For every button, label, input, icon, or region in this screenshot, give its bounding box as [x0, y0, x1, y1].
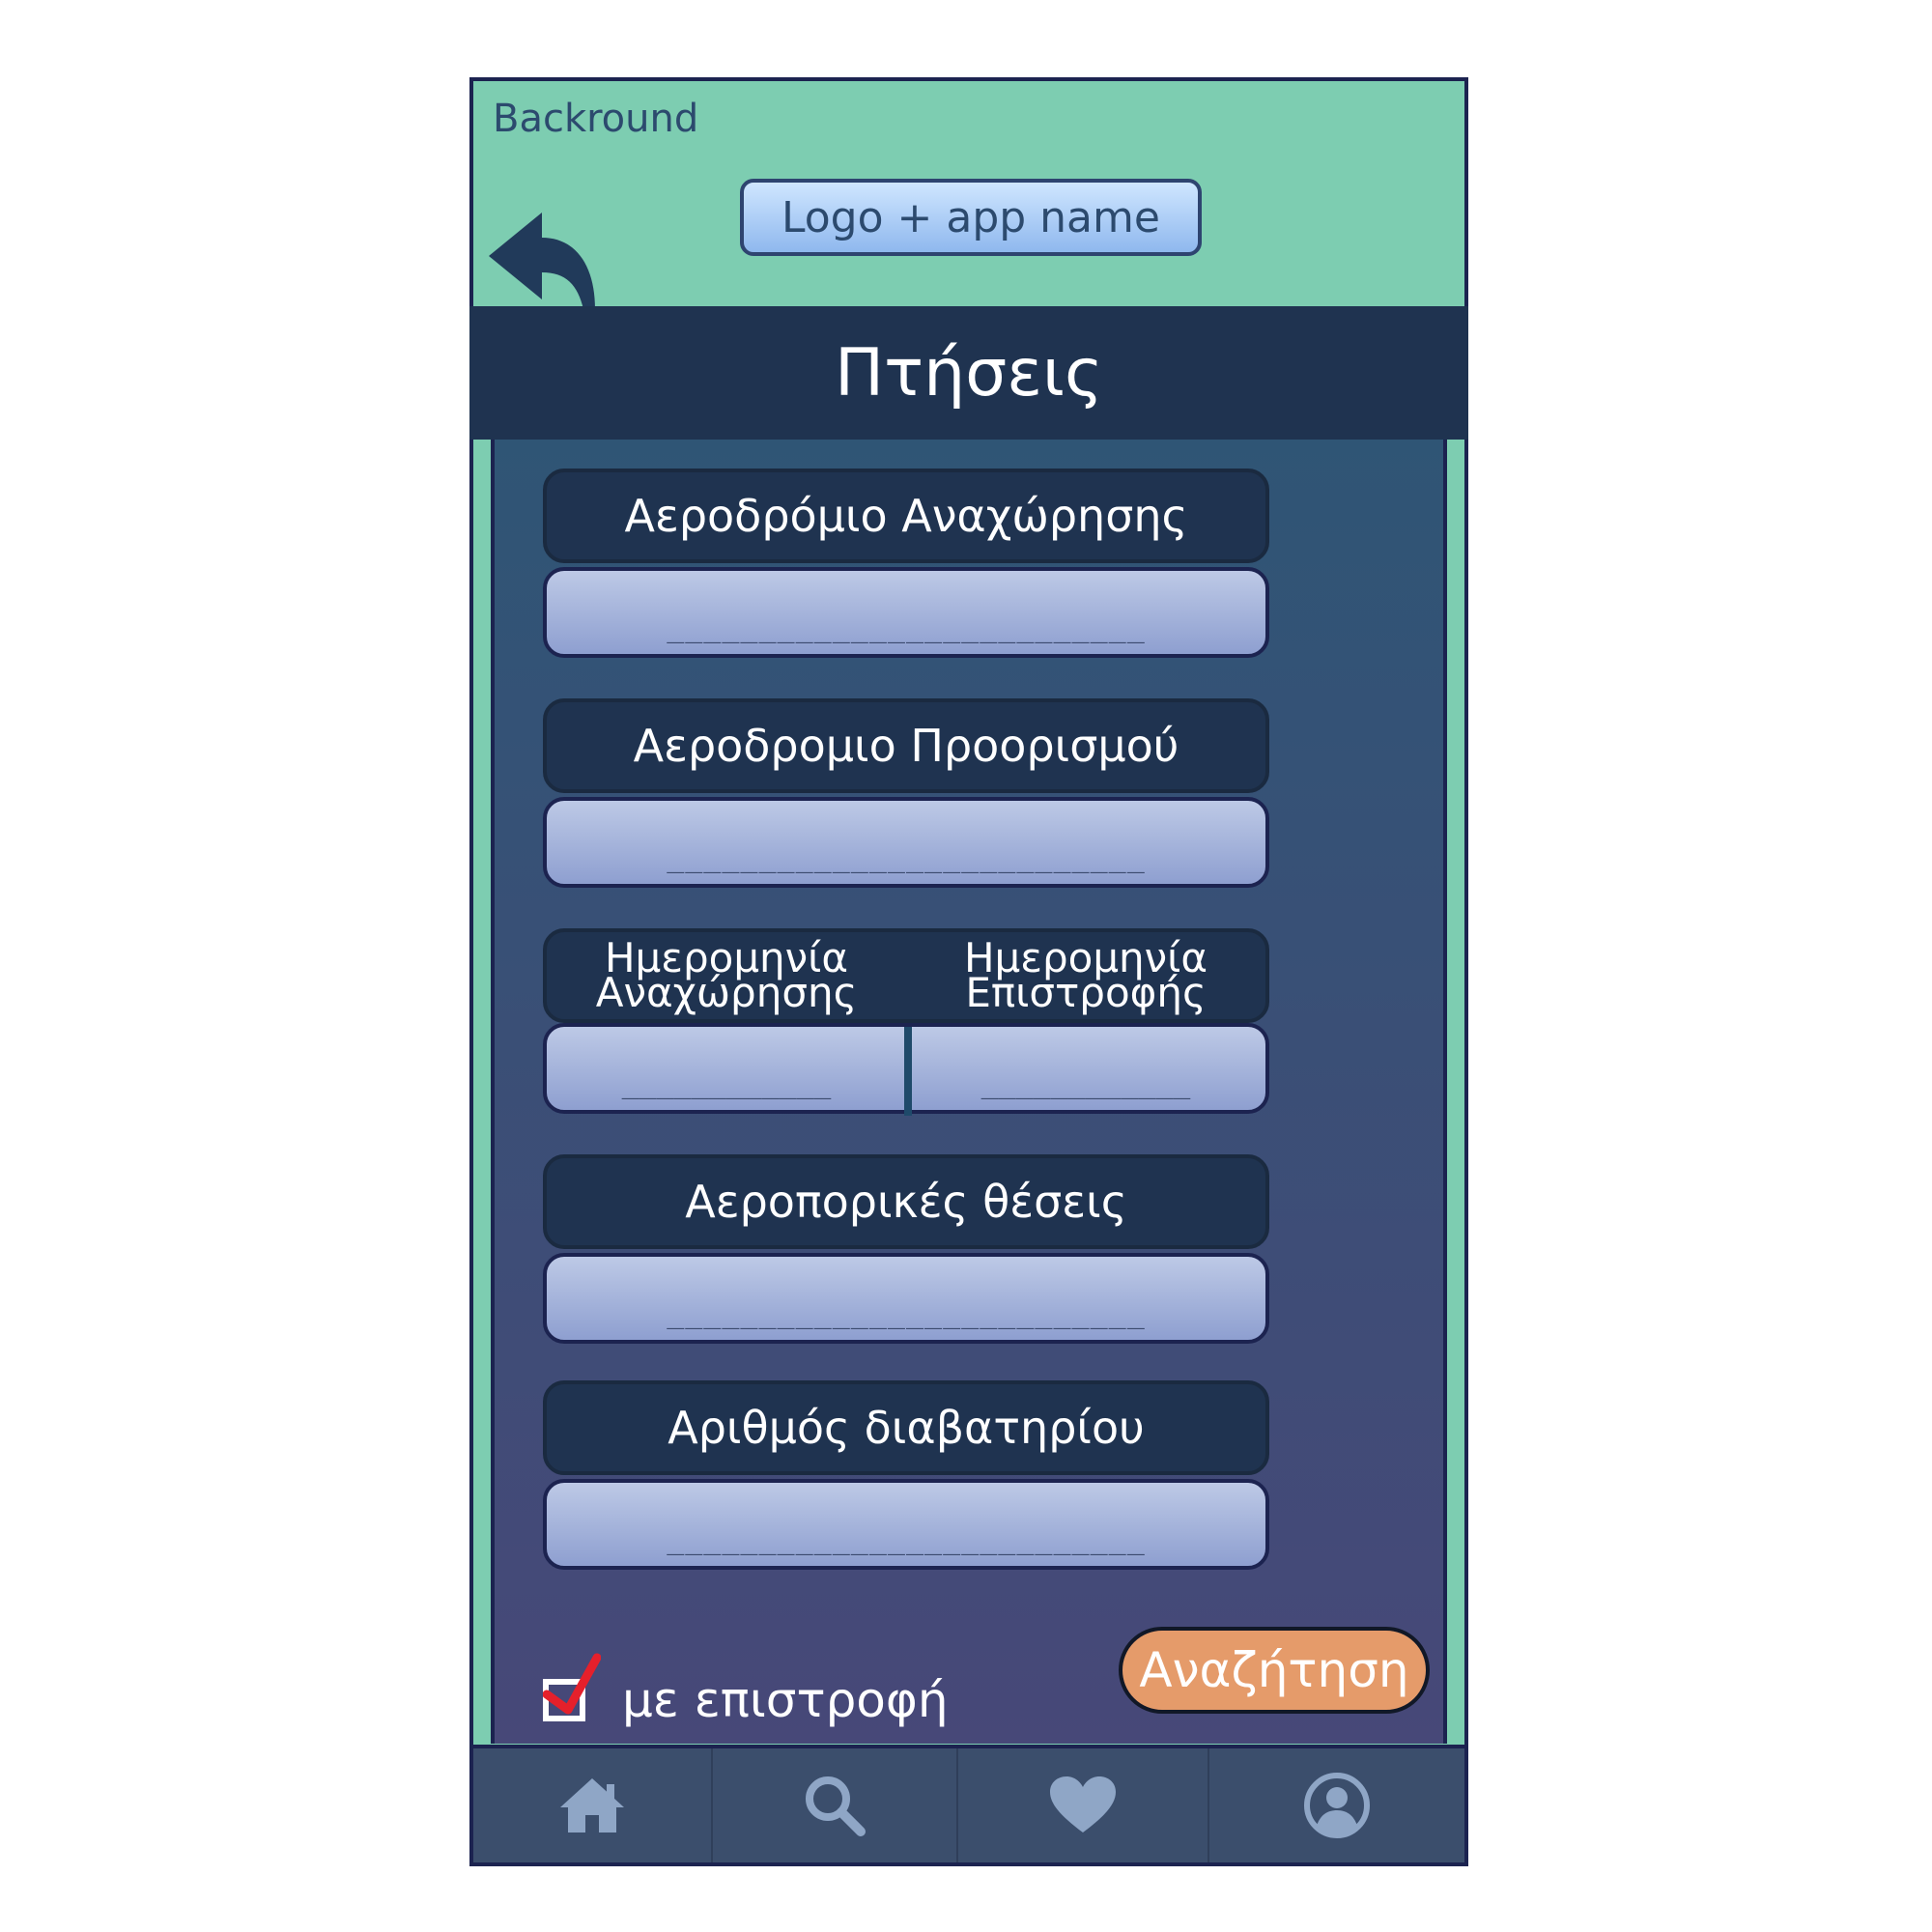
check-mark-icon — [543, 1653, 601, 1715]
dates-label: Ημερομηνία Αναχώρησης Ημερομηνία Επιστρο… — [543, 928, 1269, 1023]
nav-search[interactable] — [713, 1748, 959, 1862]
seats-field: Αεροπορικές θέσεις _____________________… — [543, 1154, 1269, 1344]
date-divider — [904, 1027, 912, 1116]
seats-label: Αεροπορικές θέσεις — [543, 1154, 1269, 1249]
return-date-label: Ημερομηνία Επιστροφής — [963, 934, 1208, 1016]
page-title-text: Πτήσεις — [835, 334, 1103, 412]
passport-field: Αριθμός διαβατηρίου ____________________… — [543, 1380, 1269, 1570]
dates-input: ____________ ____________ — [543, 1023, 1269, 1116]
return-checkbox-label: με επιστροφή — [622, 1672, 949, 1728]
search-button[interactable]: Αναζήτηση — [1119, 1627, 1430, 1714]
form-content: Αεροδρόμιο Αναχώρησης __________________… — [491, 440, 1447, 1744]
background-label: Backround — [493, 97, 699, 141]
profile-icon — [1304, 1773, 1371, 1838]
phone-frame: Backround Logo + app name Πτήσεις Αεροδρ… — [469, 77, 1468, 1866]
departure-airport-field: Αεροδρόμιο Αναχώρησης __________________… — [543, 469, 1269, 658]
nav-home[interactable] — [473, 1748, 714, 1862]
bottom-nav — [469, 1745, 1468, 1866]
return-date-input[interactable]: ____________ — [906, 1027, 1265, 1110]
search-icon — [806, 1776, 867, 1836]
passport-label: Αριθμός διαβατηρίου — [543, 1380, 1269, 1475]
back-button[interactable] — [489, 213, 595, 309]
departure-airport-input[interactable]: __________________________ — [543, 567, 1269, 658]
destination-airport-label: Αεροδρομιο Προορισμού — [543, 698, 1269, 793]
return-checkbox-row[interactable]: με επιστροφή — [543, 1653, 949, 1728]
logo-app-name: Logo + app name — [740, 179, 1202, 256]
back-arrow-icon — [489, 213, 595, 309]
departure-date-input[interactable]: ____________ — [547, 1027, 906, 1110]
destination-airport-input[interactable]: __________________________ — [543, 797, 1269, 888]
page-title: Πτήσεις — [469, 306, 1468, 440]
departure-date-label: Ημερομηνία Αναχώρησης — [595, 934, 858, 1016]
nav-favorites[interactable] — [958, 1748, 1210, 1862]
departure-airport-label: Αεροδρόμιο Αναχώρησης — [543, 469, 1269, 563]
home-icon — [560, 1778, 625, 1833]
destination-airport-field: Αεροδρομιο Προορισμού __________________… — [543, 698, 1269, 888]
nav-profile[interactable] — [1209, 1748, 1464, 1862]
seats-input[interactable]: __________________________ — [543, 1253, 1269, 1344]
passport-input[interactable]: __________________________ — [543, 1479, 1269, 1570]
dates-field: Ημερομηνία Αναχώρησης Ημερομηνία Επιστρο… — [543, 928, 1269, 1116]
return-checkbox[interactable] — [543, 1653, 601, 1721]
heart-icon — [1050, 1776, 1117, 1833]
